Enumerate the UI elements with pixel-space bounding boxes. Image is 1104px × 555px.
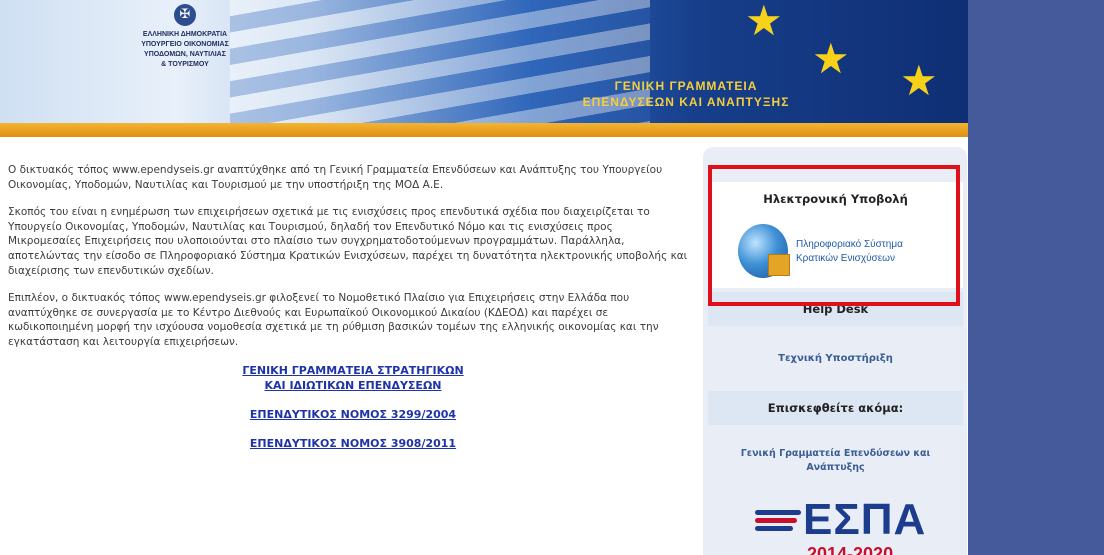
gg-strategic-investments-link[interactable]: ΓΕΝΙΚΗ ΓΡΑΜΜΑΤΕΙΑ ΣΤΡΑΤΗΓΙΚΩΝ ΚΑΙ ΙΔΙΩΤΙ… xyxy=(18,363,688,393)
legal-framework-paragraph: Επιπλέον, ο δικτυακός τόπος www.ependyse… xyxy=(8,292,659,348)
visit-also-title: Επισκεφθείτε ακόμα: xyxy=(708,391,963,425)
page: ✠ ΕΛΛΗΝΙΚΗ ΔΗΜΟΚΡΑΤΙΑ ΥΠΟΥΡΓΕΙΟ ΟΙΚΟΝΟΜΙ… xyxy=(0,0,968,555)
espa-logo-text: ΕΣΠΑ xyxy=(803,495,927,544)
espa-years: 2014-2020 xyxy=(807,544,894,555)
eu-star-icon: ★ xyxy=(745,0,783,45)
purpose-paragraph: Σκοπός του είναι η ενημέρωση των επιχειρ… xyxy=(8,206,688,277)
logo-line: ΕΛΛΗΝΙΚΗ ΔΗΜΟΚΡΑΤΙΑ xyxy=(142,31,228,38)
highlight-box xyxy=(708,165,960,306)
main-links: ΓΕΝΙΚΗ ΓΡΑΜΜΑΤΕΙΑ ΣΤΡΑΤΗΓΙΚΩΝ ΚΑΙ ΙΔΙΩΤΙ… xyxy=(18,363,688,451)
link-line: ΚΑΙ ΙΔΙΩΤΙΚΩΝ ΕΠΕΝΔΥΣΕΩΝ xyxy=(264,378,442,392)
logo-line: ΥΠΟΥΡΓΕΙΟ ΟΙΚΟΝΟΜΙΑΣ xyxy=(141,41,229,48)
ministry-logo[interactable]: ✠ ΕΛΛΗΝΙΚΗ ΔΗΜΟΚΡΑΤΙΑ ΥΠΟΥΡΓΕΙΟ ΟΙΚΟΝΟΜΙ… xyxy=(97,0,273,100)
header-banner: ✠ ΕΛΛΗΝΙΚΗ ΔΗΜΟΚΡΑΤΙΑ ΥΠΟΥΡΓΕΙΟ ΟΙΚΟΝΟΜΙ… xyxy=(0,0,968,137)
logo-line: ΥΠΟΔΟΜΩΝ, ΝΑΥΤΙΛΙΑΣ xyxy=(144,51,226,58)
banner-title: ΓΕΝΙΚΗ ΓΡΑΜΜΑΤΕΙΑ ΕΠΕΝΔΥΣΕΩΝ ΚΑΙ ΑΝΑΠΤΥΞ… xyxy=(556,78,816,110)
intro-paragraph: Ο δικτυακός τόπος www.ependyseis.gr αναπ… xyxy=(8,164,663,191)
tech-support-link[interactable]: Τεχνική Υποστήριξη xyxy=(708,327,963,391)
eu-star-icon: ★ xyxy=(812,34,850,83)
investment-law-next-link[interactable]: ΕΠΕΝΔΥΤΙΚΟΣ ΝΟΜΟΣ 3908/2011 xyxy=(18,436,688,451)
espa-logo[interactable]: ΕΣΠΑ 2014-2020 xyxy=(755,492,925,555)
gen-secretariat-link[interactable]: Γενική Γραμματεία Επενδύσεων και Ανάπτυξ… xyxy=(708,447,963,475)
main-content: Ο δικτυακός τόπος www.ependyseis.gr αναπ… xyxy=(8,163,688,465)
espa-swoosh-icon xyxy=(755,510,801,540)
eu-star-icon: ★ xyxy=(900,56,938,105)
greek-flag-graphic xyxy=(230,0,650,137)
logo-line: & ΤΟΥΡΙΣΜΟΥ xyxy=(161,61,209,68)
banner-title-line: ΕΠΕΝΔΥΣΕΩΝ ΚΑΙ ΑΝΑΠΤΥΞΗΣ xyxy=(582,95,790,109)
banner-title-line: ΓΕΝΙΚΗ ΓΡΑΜΜΑΤΕΙΑ xyxy=(614,79,758,93)
investment-law-3299-link[interactable]: ΕΠΕΝΔΥΤΙΚΟΣ ΝΟΜΟΣ 3299/2004 xyxy=(18,407,688,422)
link-line: ΓΕΝΙΚΗ ΓΡΑΜΜΑΤΕΙΑ ΣΤΡΑΤΗΓΙΚΩΝ xyxy=(242,363,464,377)
greek-emblem-icon: ✠ xyxy=(174,4,196,26)
header-orange-stripe xyxy=(0,123,968,137)
